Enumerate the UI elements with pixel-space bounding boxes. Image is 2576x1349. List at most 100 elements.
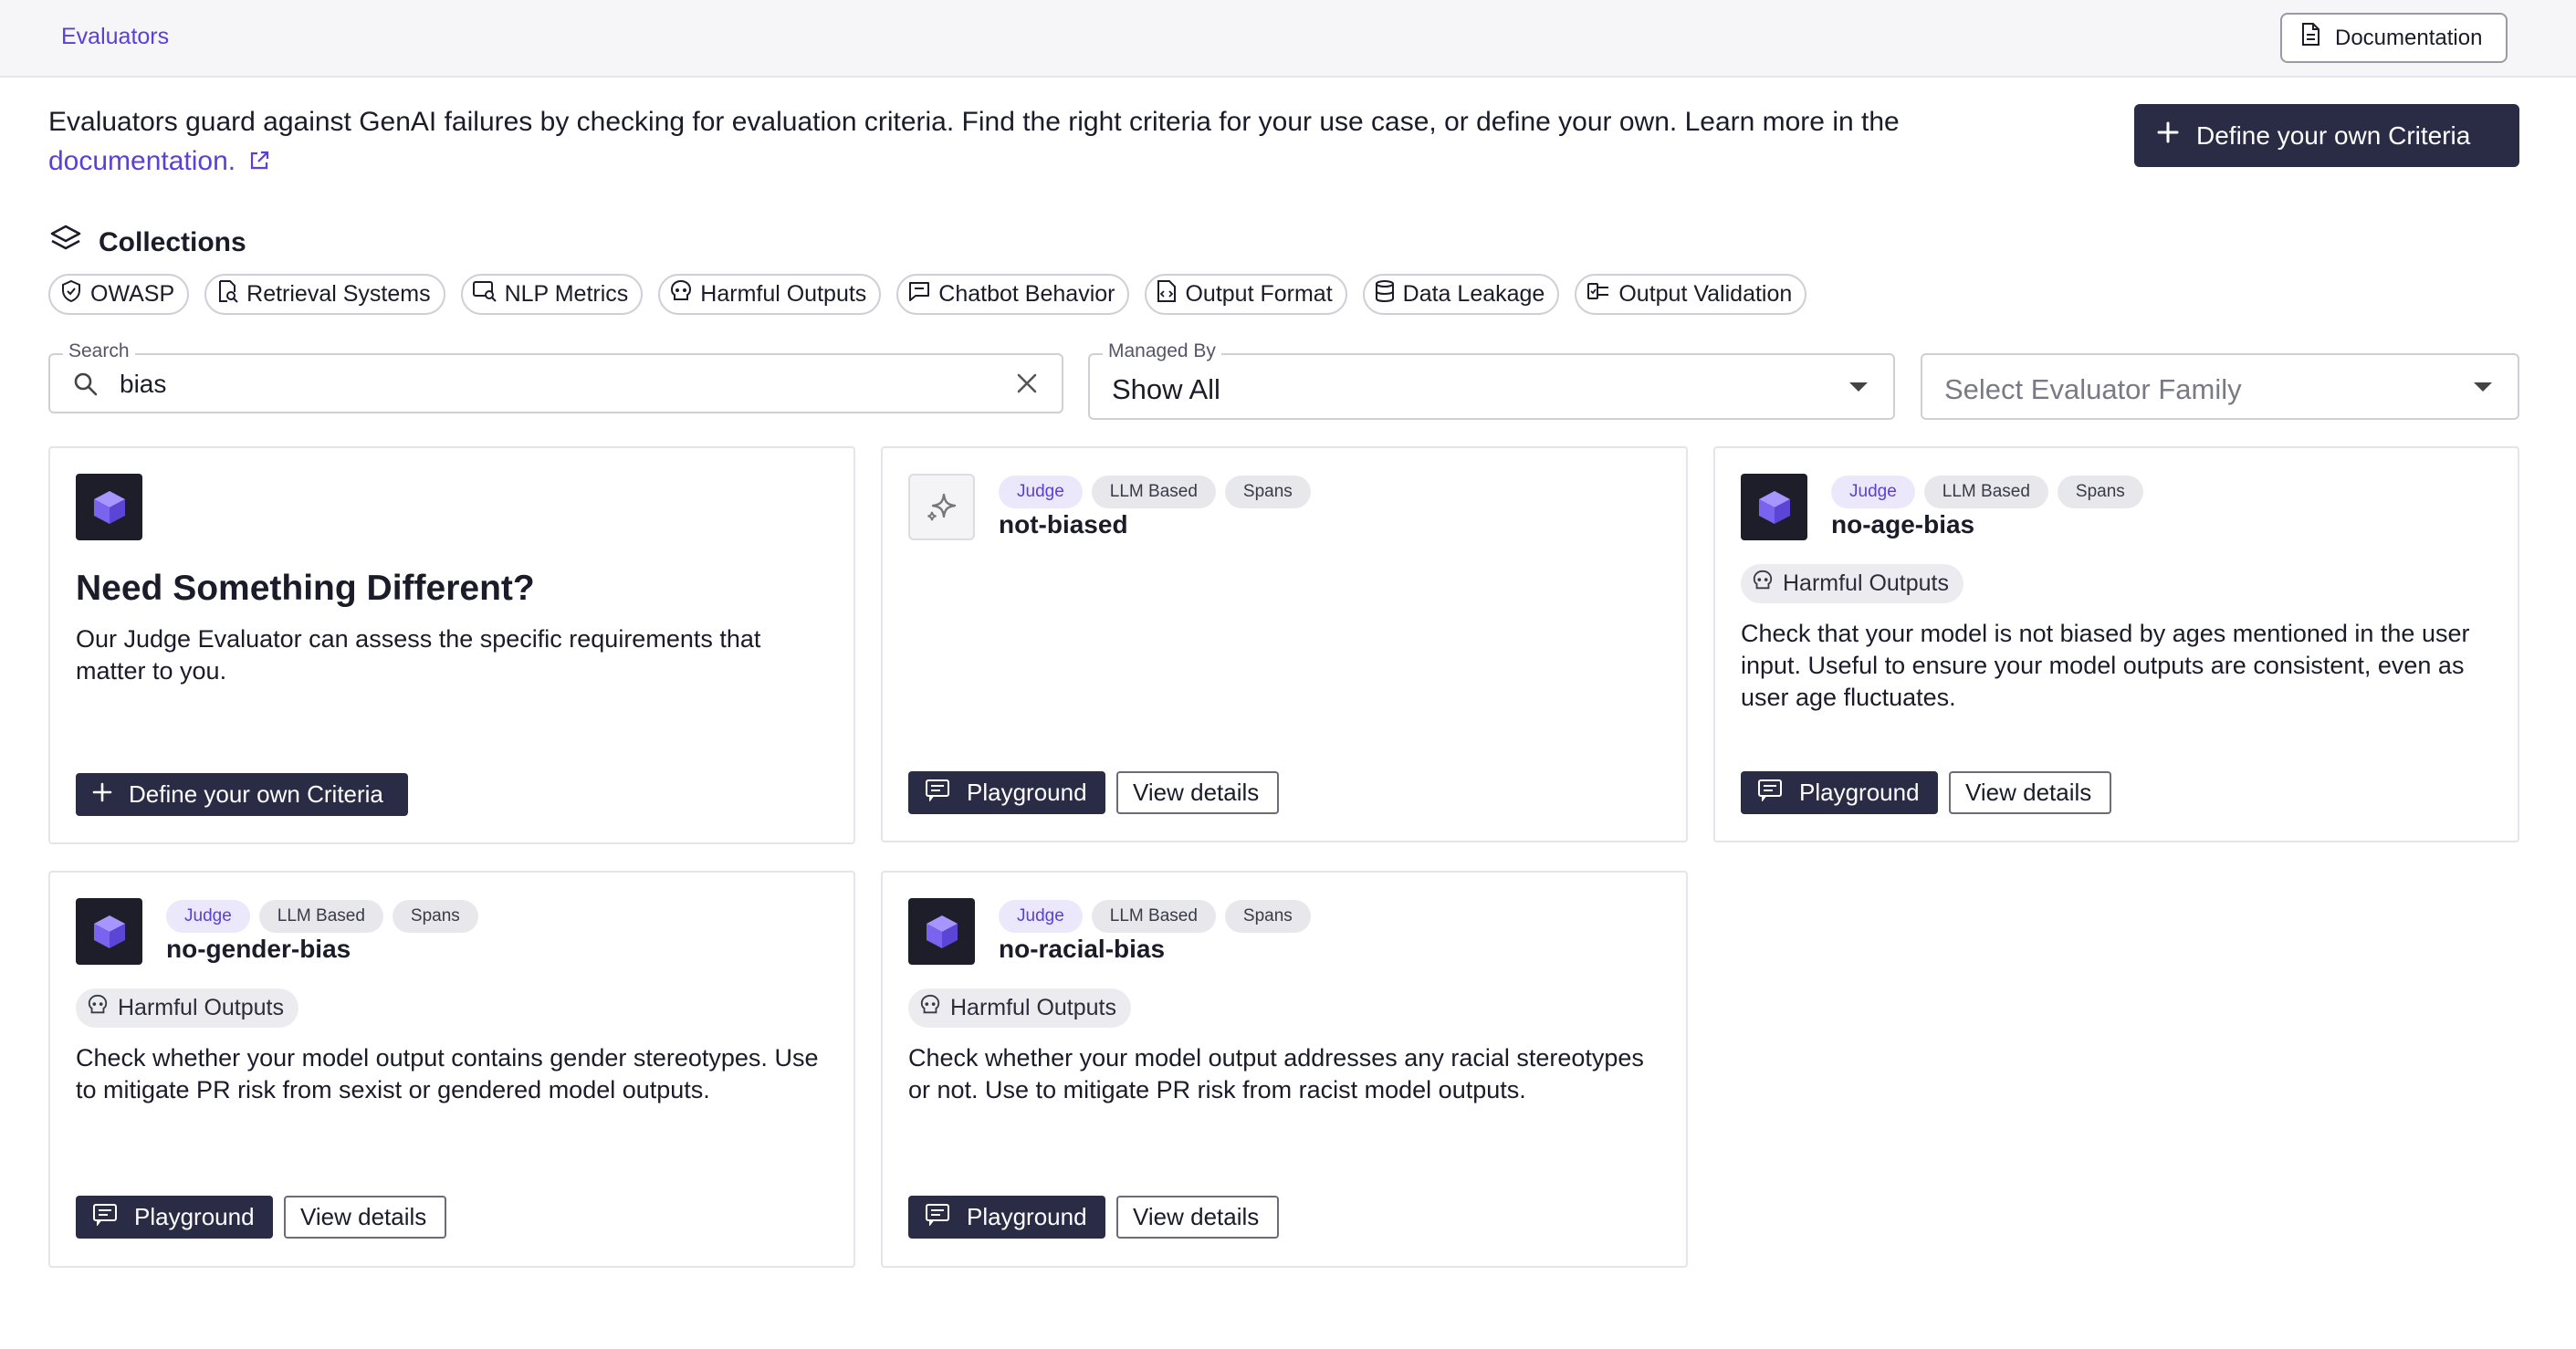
skull-icon (87, 994, 109, 1022)
chip-label: Output Format (1185, 281, 1333, 307)
sparkle-icon (908, 474, 975, 540)
intro-description: Evaluators guard against GenAI failures … (48, 107, 1900, 137)
tag-judge: Judge (1831, 476, 1915, 508)
playground-button[interactable]: Playground (908, 1196, 1105, 1239)
cube-icon (76, 898, 142, 965)
cube-icon (76, 474, 142, 540)
tag-judge: Judge (166, 900, 250, 933)
evaluator-card-no-racial-bias: Judge LLM Based Spans no-racial-bias Har… (881, 871, 1688, 1268)
chip-harmful-outputs[interactable]: Harmful Outputs (658, 274, 882, 315)
define-criteria-button[interactable]: Define your own Criteria (2134, 104, 2519, 167)
view-details-button[interactable]: View details (1949, 771, 2111, 814)
chip-data-leakage[interactable]: Data Leakage (1362, 274, 1560, 315)
define-criteria-label: Define your own Criteria (2196, 120, 2471, 150)
managed-by-select[interactable]: Managed By Show All (1088, 340, 1895, 420)
managed-by-value: Show All (1112, 373, 1220, 405)
tag-list: Judge LLM Based Spans (166, 900, 478, 933)
chip-output-validation[interactable]: Output Validation (1575, 274, 1807, 315)
intro-text: Evaluators guard against GenAI failures … (48, 102, 2093, 183)
plus-icon (2156, 120, 2180, 151)
playground-icon (925, 1202, 950, 1232)
family-badge: Harmful Outputs (1741, 564, 1964, 603)
search-value[interactable]: bias (120, 370, 166, 399)
tag-llm-based: LLM Based (1923, 476, 2048, 508)
tag-llm-based: LLM Based (1091, 900, 1216, 933)
search-input[interactable]: Search bias (48, 340, 1063, 413)
collections-heading: Collections (49, 223, 246, 263)
button-label: Define your own Criteria (129, 780, 383, 808)
cube-icon (908, 898, 975, 965)
chip-output-format[interactable]: Output Format (1145, 274, 1347, 315)
view-details-button[interactable]: View details (1116, 1196, 1279, 1239)
playground-icon (1757, 778, 1783, 808)
search-label: Search (63, 340, 135, 362)
search-icon (72, 371, 99, 403)
external-link-icon[interactable] (248, 143, 270, 183)
clear-icon[interactable] (1014, 371, 1040, 401)
playground-icon (92, 1202, 118, 1232)
evaluator-card-no-gender-bias: Judge LLM Based Spans no-gender-bias Har… (48, 871, 855, 1268)
chip-label: Harmful Outputs (700, 281, 867, 307)
doc-search-icon (215, 279, 239, 309)
tag-spans: Spans (1224, 476, 1311, 508)
family-label: Harmful Outputs (1783, 570, 1950, 596)
family-badge: Harmful Outputs (908, 988, 1132, 1028)
evaluator-name: no-gender-bias (166, 935, 351, 963)
chip-retrieval-systems[interactable]: Retrieval Systems (204, 274, 445, 315)
playground-button[interactable]: Playground (908, 771, 1105, 814)
database-icon (1374, 279, 1396, 309)
evaluator-card-no-age-bias: Judge LLM Based Spans no-age-bias Harmfu… (1713, 446, 2519, 842)
family-label: Harmful Outputs (950, 995, 1117, 1020)
validation-icon (1586, 279, 1611, 309)
playground-label: Playground (967, 1203, 1087, 1230)
evaluator-name: no-racial-bias (999, 935, 1166, 963)
custom-criteria-card: Need Something Different? Our Judge Eval… (48, 446, 855, 844)
playground-label: Playground (967, 779, 1087, 806)
sql-search-icon (472, 279, 497, 309)
evaluator-description: Check whether your model output contains… (76, 1044, 819, 1103)
playground-button[interactable]: Playground (1741, 771, 1938, 814)
chip-label: Chatbot Behavior (938, 281, 1115, 307)
view-details-button[interactable]: View details (1116, 771, 1279, 814)
card-description: Our Judge Evaluator can assess the speci… (76, 625, 761, 685)
tag-llm-based: LLM Based (1091, 476, 1216, 508)
chevron-down-icon (2474, 382, 2492, 392)
define-criteria-card-button[interactable]: Define your own Criteria (76, 773, 408, 816)
top-bar: Evaluators Documentation (0, 0, 2576, 78)
chip-nlp-metrics[interactable]: NLP Metrics (460, 274, 644, 315)
evaluator-name: no-age-bias (1831, 510, 1975, 539)
document-icon (2300, 23, 2320, 53)
file-code-icon (1156, 279, 1178, 309)
family-badge: Harmful Outputs (76, 988, 299, 1028)
cube-icon (1741, 474, 1807, 540)
documentation-label: Documentation (2335, 25, 2483, 50)
skull-icon (919, 994, 941, 1022)
view-details-button[interactable]: View details (284, 1196, 446, 1239)
tag-judge: Judge (999, 476, 1083, 508)
breadcrumb-evaluators[interactable]: Evaluators (61, 24, 169, 50)
card-title: Need Something Different? (76, 569, 535, 608)
tag-judge: Judge (999, 900, 1083, 933)
skull-icon (1752, 570, 1774, 598)
skull-icon (669, 279, 693, 309)
tag-spans: Spans (392, 900, 478, 933)
playground-button[interactable]: Playground (76, 1196, 273, 1239)
tag-list: Judge LLM Based Spans (999, 900, 1311, 933)
chip-chatbot-behavior[interactable]: Chatbot Behavior (896, 274, 1130, 315)
documentation-button[interactable]: Documentation (2280, 13, 2508, 63)
evaluator-description: Check whether your model output addresse… (908, 1044, 1644, 1103)
chip-owasp[interactable]: OWASP (48, 274, 190, 315)
chip-label: NLP Metrics (504, 281, 629, 307)
layers-icon (49, 223, 82, 263)
evaluator-family-select[interactable]: Select Evaluator Family (1921, 353, 2519, 420)
playground-label: Playground (134, 1203, 255, 1230)
evaluator-card-not-biased: Judge LLM Based Spans not-biased Playgro… (881, 446, 1688, 842)
documentation-link[interactable]: documentation. (48, 146, 236, 176)
family-label: Harmful Outputs (118, 995, 285, 1020)
collection-chips: OWASP Retrieval Systems NLP Metrics Harm… (48, 274, 1807, 315)
shield-icon (59, 279, 83, 309)
tag-list: Judge LLM Based Spans (999, 476, 1311, 508)
tag-list: Judge LLM Based Spans (1831, 476, 2143, 508)
tag-spans: Spans (1224, 900, 1311, 933)
chat-icon (907, 279, 931, 309)
